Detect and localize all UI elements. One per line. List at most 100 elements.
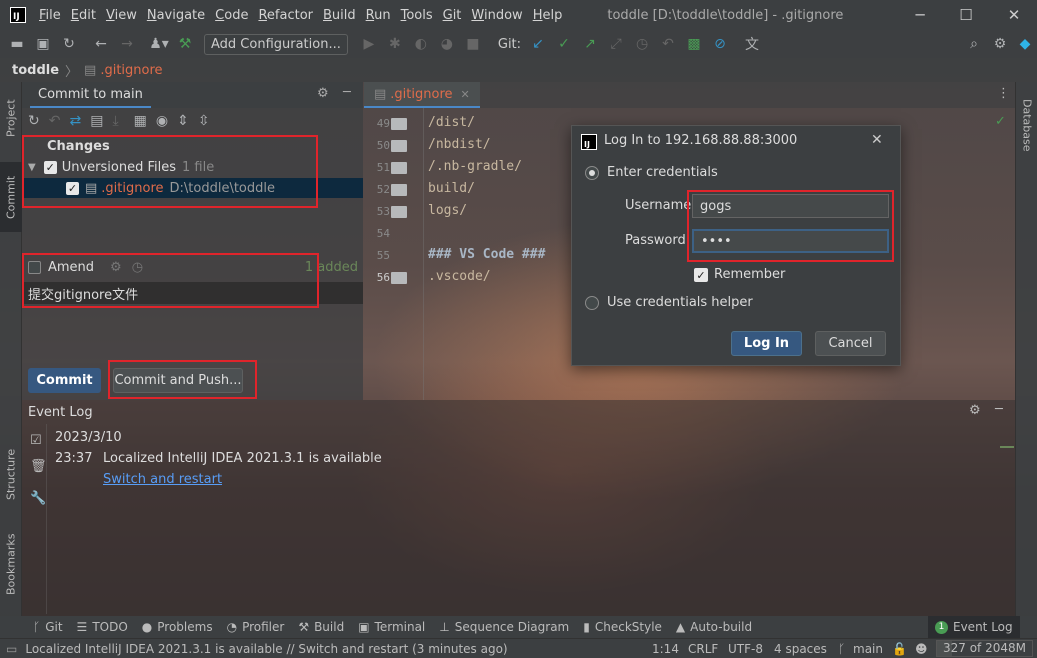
code-line[interactable]: /.nb-gradle/ (428, 159, 522, 174)
more-options-icon[interactable]: ⋮ (997, 86, 1010, 101)
stop-icon[interactable]: ■ (462, 33, 484, 55)
add-configuration-button[interactable]: Add Configuration... (204, 33, 348, 55)
memory-indicator[interactable]: 327 of 2048M (936, 640, 1033, 657)
debug-icon[interactable]: ✱ (384, 33, 406, 55)
tab-profiler[interactable]: ◔ Profiler (220, 620, 292, 634)
breadcrumb-project[interactable]: toddle (12, 63, 59, 78)
menu-build[interactable]: Build (318, 8, 361, 23)
minimize-icon[interactable]: ─ (897, 0, 943, 30)
sync-icon[interactable]: ↻ (58, 33, 80, 55)
profile-icon[interactable]: ◕ (436, 33, 458, 55)
code-line[interactable]: build/ (428, 181, 475, 196)
git-rollback-icon[interactable]: ↶ (657, 33, 679, 55)
translate-icon[interactable]: 文 (741, 33, 763, 55)
code-line[interactable]: ### VS Code ### (428, 247, 545, 262)
tab-sequence-diagram[interactable]: ⊥ Sequence Diagram (432, 620, 576, 634)
open-folder-icon[interactable]: ▬ (6, 33, 28, 55)
tab-problems[interactable]: ● Problems (135, 620, 220, 634)
intellij-app-icon[interactable]: IJ (10, 7, 26, 23)
credentials-helper-label[interactable]: Use credentials helper (607, 295, 753, 310)
event-log-settings-icon[interactable]: ⚙ (969, 403, 981, 418)
remember-label[interactable]: Remember (714, 267, 785, 282)
git-branch[interactable]: main (853, 642, 883, 656)
activity-monitor-icon[interactable]: ▩ (683, 33, 705, 55)
menu-git[interactable]: Git (438, 8, 467, 23)
menu-file[interactable]: File (34, 8, 66, 23)
event-log-minimize-icon[interactable]: ─ (995, 402, 1003, 417)
forward-arrow-icon[interactable]: → (116, 33, 138, 55)
back-arrow-icon[interactable]: ← (90, 33, 112, 55)
eye-icon[interactable]: ◉ (156, 113, 168, 129)
code-line[interactable]: /dist/ (428, 115, 475, 130)
tab-terminal[interactable]: ▣ Terminal (351, 620, 432, 634)
editor-tab-gitignore[interactable]: ▤ .gitignore ✕ (364, 82, 480, 108)
menu-view[interactable]: View (101, 8, 142, 23)
menu-code[interactable]: Code (210, 8, 253, 23)
commit-to-main-tab[interactable]: Commit to main (30, 82, 151, 108)
git-fetch-icon[interactable]: ⤢ (605, 33, 627, 55)
git-update-icon[interactable]: ↙ (527, 33, 549, 55)
status-layout-icon[interactable]: ▭ (6, 642, 17, 656)
toolbox-icon[interactable]: ◆ (1014, 33, 1036, 55)
breadcrumb-file[interactable]: .gitignore (100, 63, 162, 78)
code-line[interactable]: /nbdist/ (428, 137, 491, 152)
menu-tools[interactable]: Tools (396, 8, 438, 23)
save-icon[interactable]: ▣ (32, 33, 54, 55)
minimize-panel-icon[interactable]: ─ (343, 85, 351, 100)
collapse-all-icon[interactable]: ⇳ (198, 113, 210, 129)
code-line[interactable]: .vscode/ (428, 269, 491, 284)
menu-help[interactable]: Help (528, 8, 568, 23)
run-icon[interactable]: ▶ (358, 33, 380, 55)
trash-icon[interactable]: 🗑 (30, 459, 47, 474)
group-by-icon[interactable]: ▦ (134, 113, 147, 129)
cursor-position[interactable]: 1:14 (652, 642, 679, 656)
wrench-icon[interactable]: 🔧 (30, 491, 46, 506)
project-tab[interactable]: Project (0, 88, 22, 148)
build-hammer-icon[interactable]: ⚒ (174, 33, 196, 55)
remember-checkbox[interactable]: ✓ (694, 268, 708, 282)
commit-tab[interactable]: Commit (0, 162, 22, 232)
menu-navigate[interactable]: Navigate (142, 8, 210, 23)
dialog-close-icon[interactable]: ✕ (871, 132, 883, 148)
database-tab[interactable]: Database (1016, 90, 1037, 160)
settings-gear-icon[interactable]: ⚙ (317, 86, 329, 101)
file-encoding[interactable]: UTF-8 (728, 642, 763, 656)
bookmarks-tab[interactable]: Bookmarks (0, 522, 22, 607)
git-commit-icon[interactable]: ✓ (553, 33, 575, 55)
menu-window[interactable]: Window (466, 8, 527, 23)
user-dropdown-icon[interactable]: ♟▾ (148, 33, 170, 55)
menu-run[interactable]: Run (361, 8, 396, 23)
git-push-icon[interactable]: ↗ (579, 33, 601, 55)
status-message[interactable]: Localized IntelliJ IDEA 2021.3.1 is avai… (25, 642, 507, 656)
expand-all-icon[interactable]: ⇕ (177, 113, 189, 129)
event-log-tab[interactable]: 1 Event Log (928, 616, 1020, 638)
mark-read-icon[interactable]: ☑ (30, 433, 42, 448)
refresh-icon[interactable]: ↻ (28, 113, 40, 129)
shelve-icon[interactable]: ▤ (90, 113, 103, 129)
tab-checkstyle[interactable]: ▮ CheckStyle (576, 620, 669, 634)
maximize-icon[interactable]: ☐ (943, 0, 989, 30)
menu-refactor[interactable]: Refactor (253, 8, 318, 23)
close-window-icon[interactable]: ✕ (991, 0, 1037, 30)
cancel-button[interactable]: Cancel (815, 331, 886, 356)
close-tab-icon[interactable]: ✕ (461, 88, 470, 101)
login-button[interactable]: Log In (731, 331, 802, 356)
tab-auto-build[interactable]: ▲ Auto-build (669, 620, 759, 634)
search-icon[interactable]: ⌕ (963, 33, 985, 55)
tab-build[interactable]: ⚒ Build (291, 620, 351, 634)
git-history-icon[interactable]: ◷ (631, 33, 653, 55)
lock-icon[interactable]: 🔓 (892, 642, 907, 656)
line-separator[interactable]: CRLF (688, 642, 718, 656)
enter-credentials-radio[interactable] (585, 166, 599, 180)
structure-tab[interactable]: Structure (0, 437, 22, 512)
download-icon[interactable]: ⤓ (112, 113, 118, 129)
diff-arrows-icon[interactable]: ⇄ (69, 113, 81, 129)
indent-setting[interactable]: 4 spaces (774, 642, 827, 656)
tab-git[interactable]: ᚴ Git (26, 620, 70, 634)
coverage-icon[interactable]: ◐ (410, 33, 432, 55)
rollback-icon[interactable]: ↶ (49, 113, 61, 129)
switch-restart-link[interactable]: Switch and restart (103, 472, 222, 487)
gear-icon[interactable]: ⚙ (989, 33, 1011, 55)
enter-credentials-label[interactable]: Enter credentials (607, 165, 718, 180)
credentials-helper-radio[interactable] (585, 296, 599, 310)
